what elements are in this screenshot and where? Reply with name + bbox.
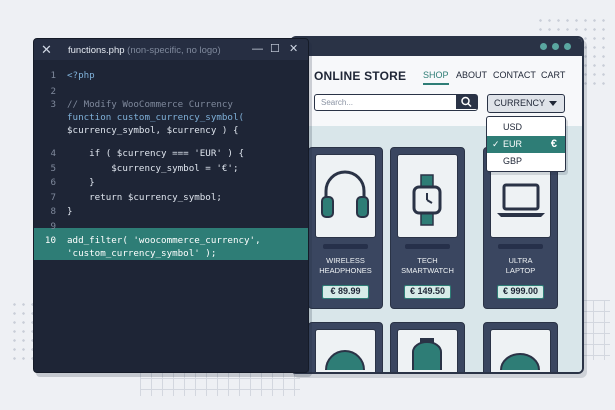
currency-label: CURRENCY <box>494 98 546 108</box>
code-line: 5 $currency_symbol = '€'; <box>50 163 239 174</box>
product-image <box>315 154 376 238</box>
product-card[interactable] <box>390 322 465 372</box>
search-button[interactable] <box>456 95 477 109</box>
currency-code: GBP <box>503 156 523 166</box>
window-dot-icon[interactable] <box>540 43 547 50</box>
chevron-down-icon <box>549 101 557 106</box>
product-card[interactable] <box>308 322 383 372</box>
currency-code: USD <box>503 122 523 132</box>
code-line: 2 <box>50 86 56 97</box>
product-name-line2: LAPTOP <box>505 266 536 275</box>
currency-option-eur[interactable]: ✓ EUR € <box>487 136 565 153</box>
code-line: function custom_currency_symbol( <box>67 112 245 123</box>
product-image <box>397 329 458 372</box>
currency-option-gbp[interactable]: GBP <box>487 153 565 170</box>
close-icon[interactable]: ✕ <box>41 43 52 56</box>
product-card[interactable]: TECH SMARTWATCH € 149.50 <box>390 147 465 309</box>
code-editor: ✕ functions.php (non-specific, no logo) … <box>33 38 309 373</box>
window-dot-icon[interactable] <box>564 43 571 50</box>
product-name-line1: TECH <box>417 256 438 265</box>
nav-contact[interactable]: CONTACT <box>493 70 536 80</box>
card-divider <box>498 244 543 249</box>
nav-cart[interactable]: CART <box>541 70 565 80</box>
product-thumbnail-icon <box>412 338 442 370</box>
product-price: € 149.50 <box>404 285 451 299</box>
editor-tab-bar: ✕ functions.php (non-specific, no logo) … <box>34 39 308 60</box>
file-name: functions.php <box>68 45 125 56</box>
code-content[interactable]: 1 <?php 2 3// Modify WooCommerce Currency… <box>34 65 308 372</box>
product-card[interactable] <box>483 322 558 372</box>
browser-title-bar <box>292 38 582 56</box>
search-input[interactable] <box>315 95 467 109</box>
product-name-line2: SMARTWATCH <box>401 266 454 275</box>
product-price: € 89.99 <box>322 285 369 299</box>
window-dot-icon[interactable] <box>552 43 559 50</box>
product-image <box>315 329 376 372</box>
store-logo: ONLINE STORE <box>314 69 407 83</box>
file-note: (non-specific, no logo) <box>127 45 221 56</box>
check-icon: ✓ <box>492 139 500 149</box>
currency-option-usd[interactable]: USD <box>487 119 565 136</box>
smartwatch-icon <box>412 174 442 226</box>
close-window-icon[interactable]: ✕ <box>289 43 298 56</box>
card-divider <box>323 244 368 249</box>
product-name-line1: ULTRA <box>508 256 533 265</box>
code-line: 9 <box>50 221 56 232</box>
code-line: $currency_symbol, $currency ) { <box>67 125 239 136</box>
currency-menu: USD ✓ EUR € GBP <box>486 116 566 172</box>
product-name-line2: HEADPHONES <box>319 266 372 275</box>
product-thumbnail-icon <box>500 353 540 371</box>
product-name: TECH SMARTWATCH <box>391 256 464 276</box>
product-card[interactable]: WIRELESS HEADPHONES € 89.99 <box>308 147 383 309</box>
code-line: 10 add_filter( 'woocommerce_currency', <box>44 235 261 246</box>
currency-code: EUR <box>503 139 523 149</box>
product-name-line1: WIRELESS <box>326 256 365 265</box>
product-price: € 999.00 <box>497 285 544 299</box>
currency-symbol: € <box>550 138 557 150</box>
code-line: 4 if ( $currency === 'EUR' ) { <box>50 148 245 159</box>
currency-dropdown-button[interactable]: CURRENCY <box>487 94 565 113</box>
store-header: ONLINE STORE SHOP ABOUT CONTACT CART <box>292 56 582 96</box>
search-box <box>314 94 478 111</box>
code-line: 'custom_currency_symbol' ); <box>67 248 217 259</box>
headphones-icon <box>321 170 369 218</box>
minimize-icon[interactable]: — <box>252 43 263 56</box>
product-image <box>397 154 458 238</box>
code-line: 8} <box>50 206 73 217</box>
product-name: ULTRA LAPTOP <box>484 256 557 276</box>
product-thumbnail-icon <box>325 350 365 371</box>
nav-about[interactable]: ABOUT <box>456 70 487 80</box>
search-icon <box>461 96 472 108</box>
code-line: 3// Modify WooCommerce Currency <box>50 99 233 110</box>
product-name: WIRELESS HEADPHONES <box>309 256 382 276</box>
code-line: 7 return $currency_symbol; <box>50 192 222 203</box>
file-tab[interactable]: functions.php (non-specific, no logo) <box>68 45 221 56</box>
code-line: 1 <?php <box>50 70 95 81</box>
browser-window: ONLINE STORE SHOP ABOUT CONTACT CART CUR… <box>290 36 584 374</box>
maximize-icon[interactable]: ☐ <box>270 43 280 56</box>
product-image <box>490 329 551 372</box>
card-divider <box>405 244 450 249</box>
code-line: 6 } <box>50 177 95 188</box>
nav-shop[interactable]: SHOP <box>423 70 449 85</box>
